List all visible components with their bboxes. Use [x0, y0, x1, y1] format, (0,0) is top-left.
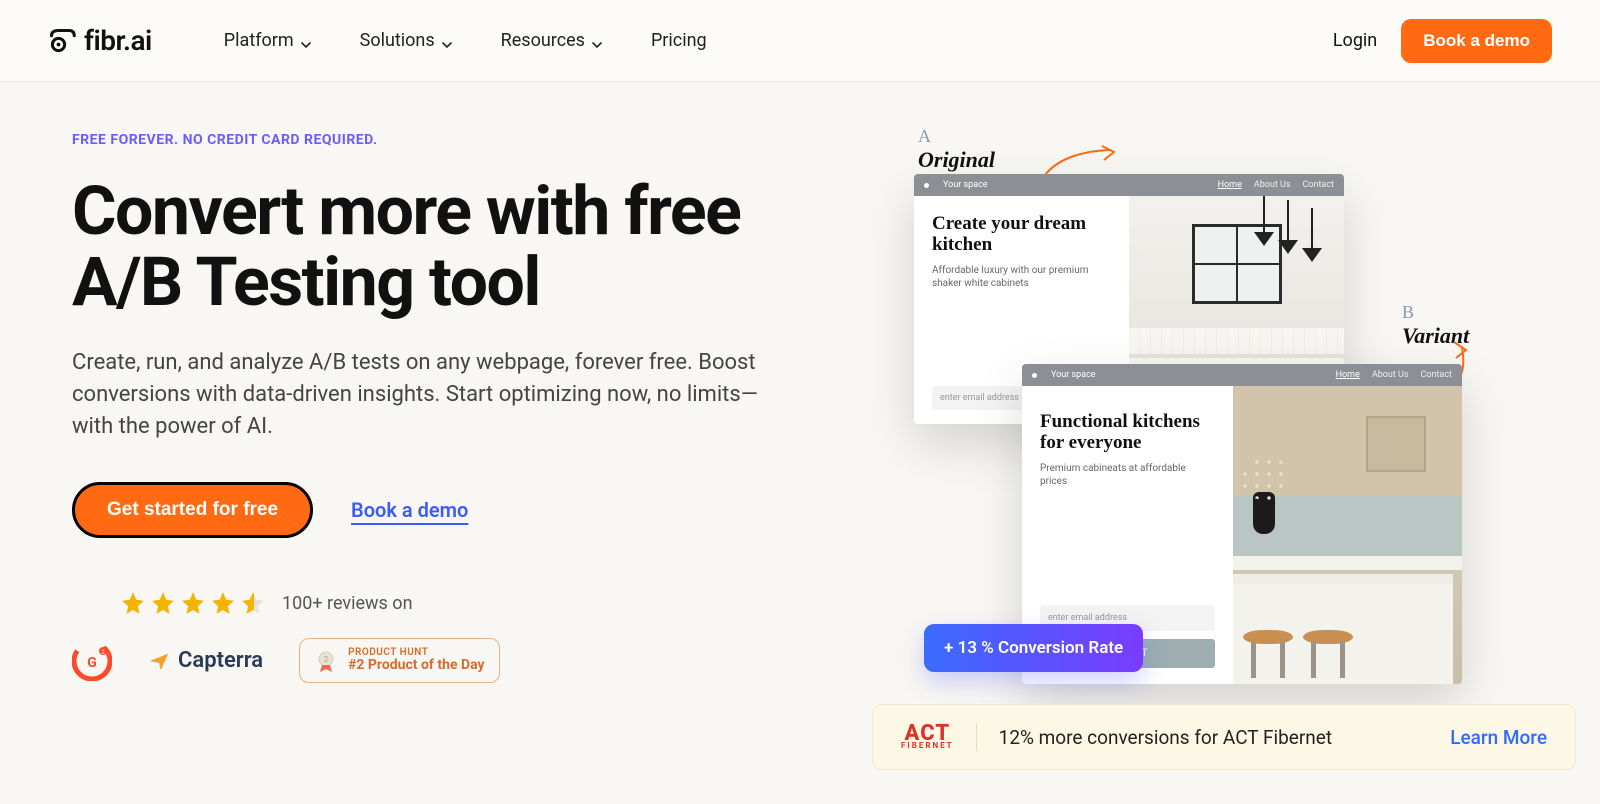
banner-message: 12% more conversions for ACT Fibernet [999, 726, 1332, 749]
nav-solutions[interactable]: Solutions [360, 30, 453, 51]
svg-text:2: 2 [324, 655, 329, 664]
conversion-badge: + 13 % Conversion Rate [924, 624, 1143, 672]
get-started-button[interactable]: Get started for free [72, 482, 313, 538]
star-half-icon [240, 590, 266, 616]
star-rating [120, 590, 266, 616]
primary-nav: Platform Solutions Resources Pricing [224, 30, 707, 51]
mock-b-photo [1233, 386, 1462, 684]
nav-resources[interactable]: Resources [501, 30, 603, 51]
product-hunt-badge[interactable]: 2 PRODUCT HUNT #2 Product of the Day [299, 638, 499, 682]
variant-a-label: A Original [918, 126, 995, 173]
svg-text:G: G [87, 655, 97, 671]
mock-b-title: Functional kitchens for everyone [1040, 412, 1215, 454]
login-link[interactable]: Login [1333, 30, 1377, 51]
logo-icon [48, 27, 76, 55]
star-icon [210, 590, 236, 616]
reviews-text: 100+ reviews on [282, 593, 413, 614]
ph-rank: #2 Product of the Day [348, 658, 484, 673]
star-icon [180, 590, 206, 616]
hero-section: FREE FOREVER. NO CREDIT CARD REQUIRED. C… [72, 132, 832, 792]
learn-more-link[interactable]: Learn More [1450, 726, 1547, 749]
badges-row: G2 Capterra 2 PRODUCT HUNT #2 Product of… [72, 638, 832, 682]
site-header: fibr.ai Platform Solutions Resources Pri… [0, 0, 1600, 82]
act-logo: ACT FIBERNET [901, 725, 954, 749]
capterra-logo[interactable]: Capterra [148, 648, 263, 673]
star-icon [120, 590, 146, 616]
reviews-row: 100+ reviews on [120, 590, 832, 616]
hero-illustration: A Original B Variant Your space HomeAbou… [872, 132, 1552, 792]
book-demo-button[interactable]: Book a demo [1401, 19, 1552, 63]
chevron-down-icon [300, 35, 312, 47]
mock-b-desc: Premium cabineats at affordable prices [1040, 462, 1215, 488]
hero-subhead: Create, run, and analyze A/B tests on an… [72, 347, 792, 443]
mock-browser-bar: Your space HomeAbout UsContact [914, 174, 1344, 196]
site-logo[interactable]: fibr.ai [48, 24, 152, 57]
book-demo-link[interactable]: Book a demo [351, 498, 468, 522]
chevron-down-icon [591, 35, 603, 47]
chevron-down-icon [441, 35, 453, 47]
nav-pricing[interactable]: Pricing [651, 30, 707, 51]
mock-a-desc: Affordable luxury with our premium shake… [932, 264, 1111, 290]
eyebrow-text: FREE FOREVER. NO CREDIT CARD REQUIRED. [72, 132, 832, 148]
logo-text: fibr.ai [84, 24, 152, 57]
case-study-banner: ACT FIBERNET 12% more conversions for AC… [872, 704, 1576, 770]
g2-logo-icon[interactable]: G2 [72, 641, 112, 681]
nav-platform[interactable]: Platform [224, 30, 312, 51]
hero-headline: Convert more with free A/B Testing tool [72, 176, 832, 319]
mock-a-title: Create your dream kitchen [932, 214, 1111, 256]
mock-browser-bar: Your space HomeAbout UsContact [1022, 364, 1462, 386]
medal-icon: 2 [314, 649, 338, 673]
star-icon [150, 590, 176, 616]
capterra-icon [148, 650, 170, 672]
